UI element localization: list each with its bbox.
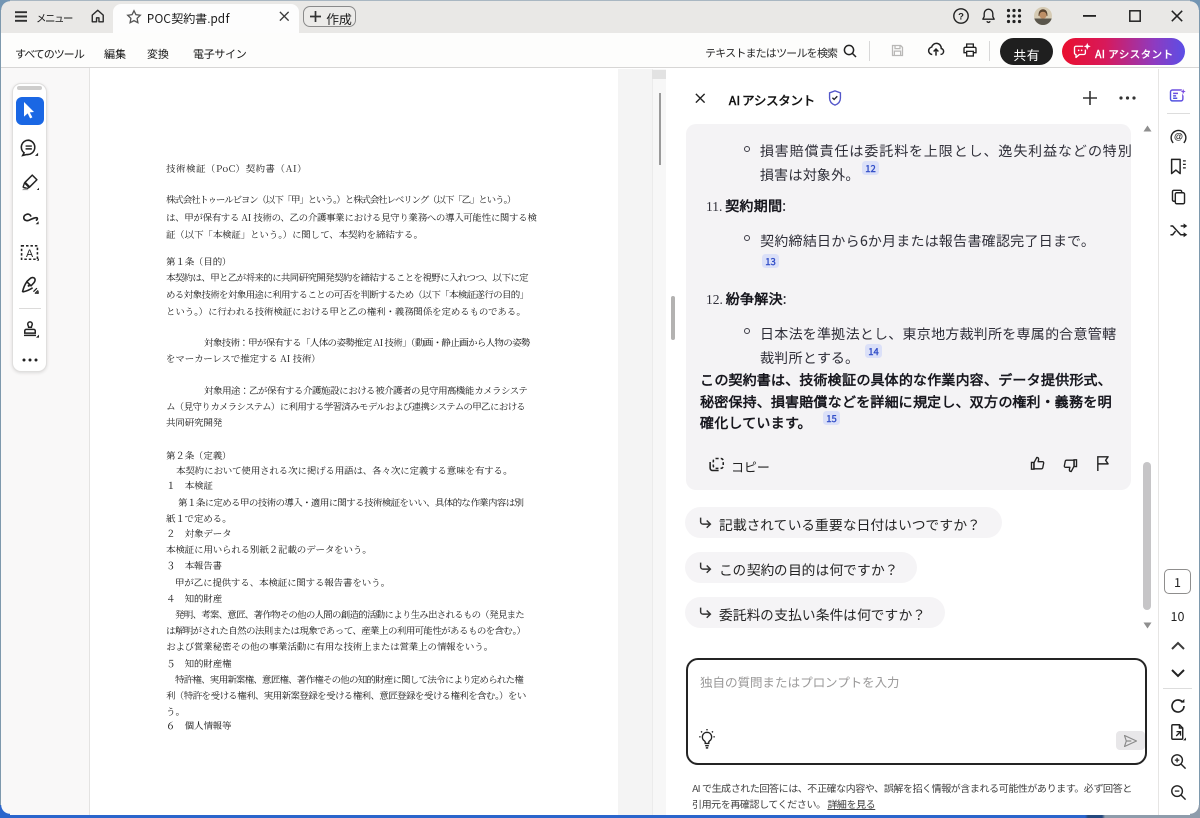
svg-text:@: @ <box>1174 132 1183 142</box>
svg-text:?: ? <box>958 11 964 22</box>
svg-text:A: A <box>26 248 34 260</box>
